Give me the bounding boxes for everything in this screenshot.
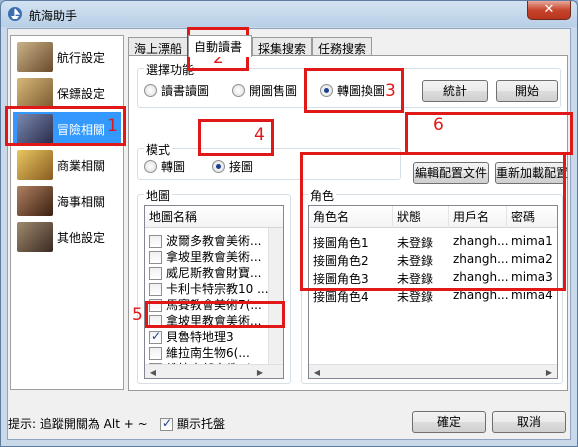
radio-label: 轉圖 <box>161 160 186 174</box>
radio-dot <box>232 84 245 97</box>
maps-group-title: 地圖 <box>144 187 173 204</box>
radio-read-books[interactable]: 讀書讀圖 <box>144 82 209 99</box>
tray-checkbox[interactable]: 顯示托盤 <box>160 415 225 432</box>
sidebar-item-label: 海事相關 <box>57 195 106 209</box>
sidebar-item-label: 保鏢設定 <box>57 87 106 101</box>
radio-label: 接圖 <box>229 160 254 174</box>
radio-dot <box>144 160 157 173</box>
annotation-number-6: 6 <box>433 115 444 135</box>
radio-dot <box>144 84 157 97</box>
tab-gather-search[interactable]: 採集搜索 <box>252 37 312 56</box>
tray-label: 顯示托盤 <box>177 417 226 431</box>
map-list-item[interactable]: 維拉南生物6(... <box>149 344 250 360</box>
scroll-left-icon[interactable]: ◀ <box>145 365 161 378</box>
tab-quest-search[interactable]: 任務搜索 <box>312 37 372 56</box>
sidebar-item-commerce[interactable]: 商業相關 <box>13 148 121 182</box>
map-checkbox[interactable] <box>149 329 162 344</box>
title-bar: 航海助手 ✕ <box>1 1 577 28</box>
map-list[interactable]: 地圖名稱 波爾多教會美術... 拿坡里教會美術... 威尼斯教會財寶... 卡利卡特宗… <box>144 205 284 379</box>
annotation-number-4: 4 <box>254 125 265 145</box>
map-checkbox[interactable] <box>149 267 162 280</box>
tab-sea-drift[interactable]: 海上漂船 <box>128 37 188 56</box>
vertical-scrollbar[interactable] <box>268 228 283 364</box>
mode-group-title: 模式 <box>144 141 173 158</box>
horizontal-scrollbar[interactable]: ◀ ▶ <box>145 364 283 378</box>
radio-open-sell-maps[interactable]: 開圖售圖 <box>232 82 297 99</box>
treasure-icon <box>17 150 53 180</box>
map-checkbox[interactable] <box>149 235 162 248</box>
map-list-item[interactable]: 波爾多教會美術... <box>149 232 261 248</box>
cancel-button[interactable]: 取消 <box>492 411 566 433</box>
horizontal-scrollbar[interactable]: ◀ ▶ <box>309 364 557 378</box>
map-list-item[interactable]: 貝魯特地理3 <box>149 328 234 344</box>
start-button[interactable]: 開始 <box>496 80 558 102</box>
map-name: 維拉港外地理6(... <box>166 378 262 379</box>
map-list-item[interactable]: 卡利卡特宗教10 ... <box>149 280 269 296</box>
category-sidebar: 航行設定 保鏢設定 冒險相關 商業相關 海事相關 其他設定 <box>10 35 124 390</box>
map-name: 卡利卡特宗教10 ... <box>166 282 269 296</box>
annotation-box-roles <box>300 152 566 291</box>
sidebar-item-maritime[interactable]: 海事相關 <box>13 184 121 218</box>
app-window: 航海助手 ✕ 航行設定 保鏢設定 冒險相關 商業相關 海事相關 其他設定 海上漂… <box>0 0 578 447</box>
map-name: 威尼斯教會財寶... <box>166 266 262 280</box>
hint-text: 提示: 追蹤開關為 Alt + ~ <box>8 417 148 431</box>
map-name: 拿坡里教會美術... <box>166 250 262 264</box>
stats-button[interactable]: 統計 <box>422 80 488 102</box>
ship-icon <box>17 42 53 72</box>
map-list-item[interactable]: 拿坡里教會美術... <box>149 248 261 264</box>
checkbox-box <box>160 416 173 431</box>
scroll-left-icon[interactable]: ◀ <box>309 365 325 378</box>
scroll-right-icon[interactable]: ▶ <box>541 365 557 378</box>
annotation-box-6 <box>405 112 573 155</box>
sidebar-item-label: 商業相關 <box>57 159 106 173</box>
map-name: 波爾多教會美術... <box>166 234 262 248</box>
tab-strip: 海上漂船 自動讀書 採集搜索 任務搜索 <box>128 35 568 57</box>
sidebar-item-navigation[interactable]: 航行設定 <box>13 40 121 74</box>
annotation-box-5 <box>145 301 285 328</box>
annotation-number-1: 1 <box>107 116 118 136</box>
annotation-number-3: 3 <box>385 81 396 101</box>
maps-group: 地圖 地圖名稱 波爾多教會美術... 拿坡里教會美術... 威尼斯教會財寶... 卡利… <box>137 187 291 384</box>
sidebar-item-other[interactable]: 其他設定 <box>13 220 121 254</box>
map-checkbox[interactable] <box>149 283 162 296</box>
map-list-item[interactable]: 威尼斯教會財寶... <box>149 264 261 280</box>
radio-label: 開圖售圖 <box>249 84 298 98</box>
window-title: 航海助手 <box>29 9 78 23</box>
sidebar-item-bodyguard[interactable]: 保鏢設定 <box>13 76 121 110</box>
close-button[interactable]: ✕ <box>527 1 571 20</box>
map-checkbox[interactable] <box>149 251 162 264</box>
sidebar-item-label: 其他設定 <box>57 231 106 245</box>
annotation-number-5: 5 <box>132 305 143 325</box>
ok-button[interactable]: 確定 <box>412 411 486 433</box>
sidebar-item-label: 航行設定 <box>57 51 106 65</box>
radio-mode-receive[interactable]: 接圖 <box>212 158 253 175</box>
radio-label: 讀書讀圖 <box>161 84 210 98</box>
close-icon: ✕ <box>543 2 555 17</box>
map-list-header: 地圖名稱 <box>145 206 283 228</box>
crew-icon <box>17 222 53 252</box>
map-checkbox[interactable] <box>149 347 162 360</box>
app-icon <box>8 7 22 21</box>
radio-dot <box>212 160 225 173</box>
radio-mode-transfer[interactable]: 轉圖 <box>144 158 185 175</box>
sailor-icon <box>17 186 53 216</box>
barrel-icon <box>17 78 53 108</box>
map-name: 維拉南生物6(... <box>166 346 250 360</box>
scroll-right-icon[interactable]: ▶ <box>252 365 268 378</box>
map-name: 貝魯特地理3 <box>166 330 234 344</box>
tab-auto-read[interactable]: 自動讀書 <box>188 35 252 57</box>
